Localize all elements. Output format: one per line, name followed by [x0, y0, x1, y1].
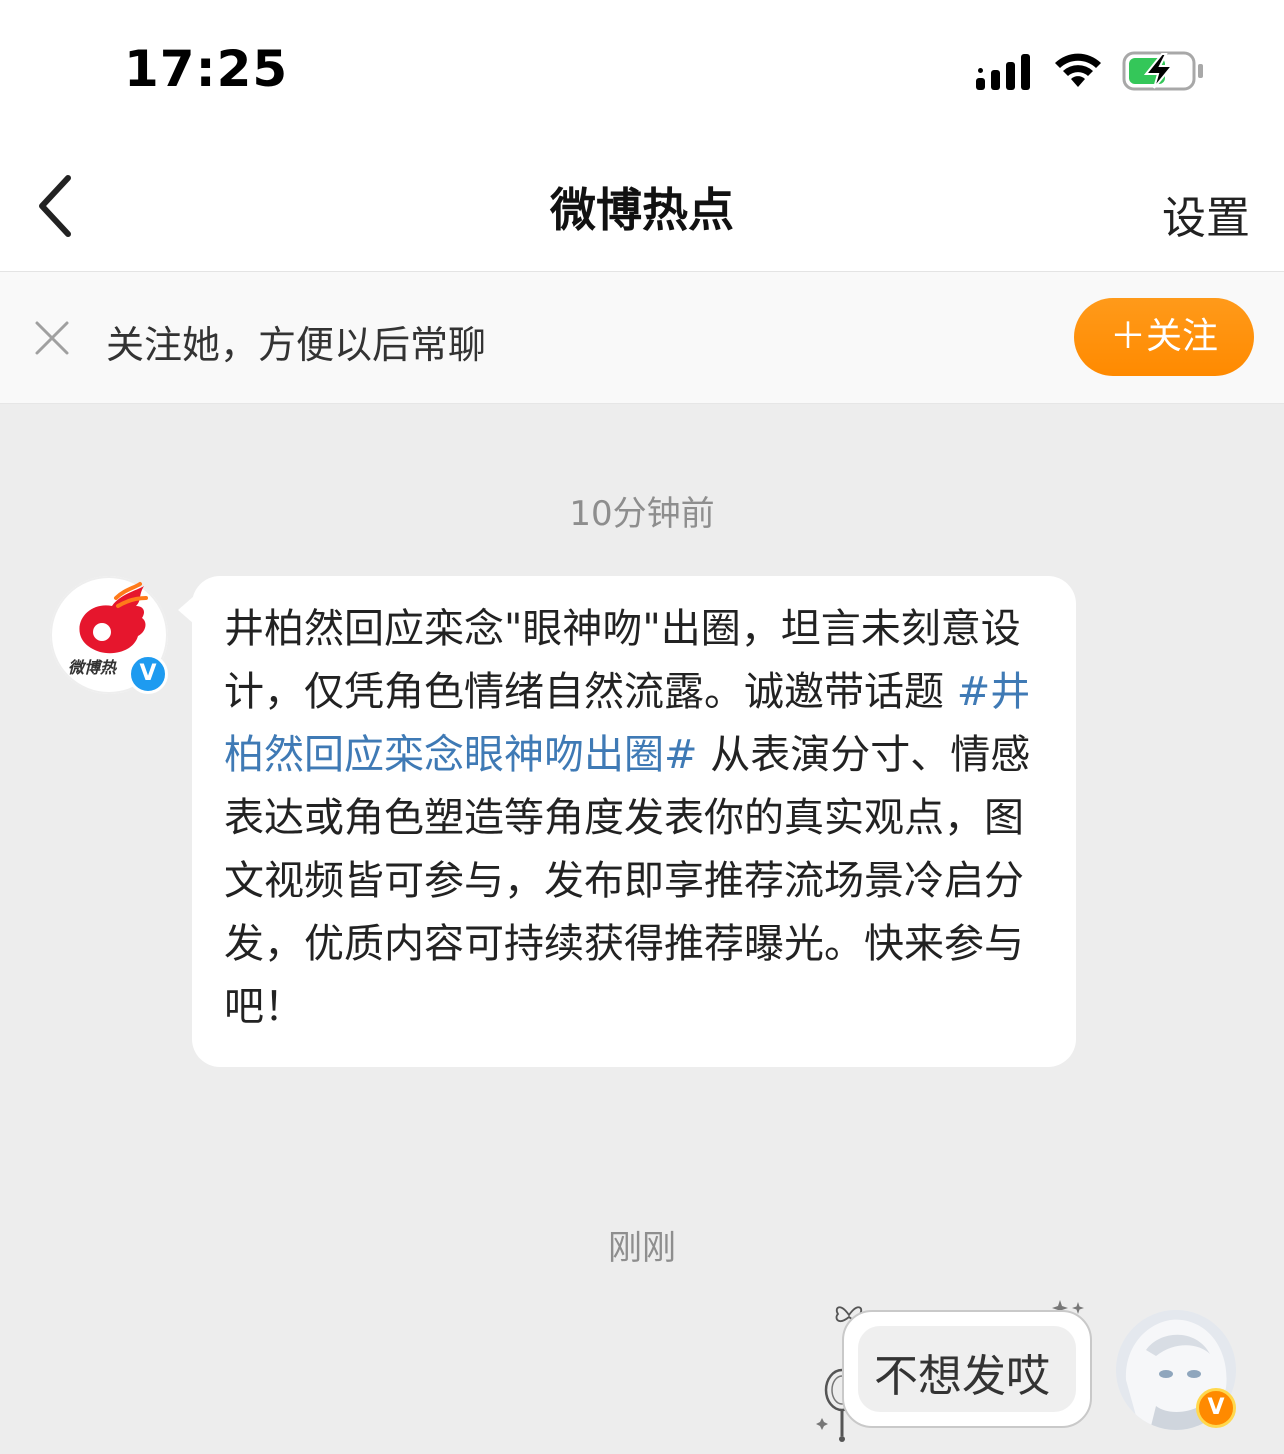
status-time: 17:25 — [124, 40, 289, 98]
close-icon[interactable] — [34, 320, 70, 356]
follow-button[interactable]: ＋关注 — [1074, 298, 1254, 376]
wifi-icon — [1055, 53, 1101, 87]
battery-charging-icon — [1122, 51, 1203, 91]
status-bar: 17:25 — [0, 0, 1284, 140]
message-timestamp: 10分钟前 — [569, 494, 715, 534]
nav-bar: 微博热点 设置 — [0, 140, 1284, 272]
verified-badge-orange: V — [1196, 1388, 1236, 1428]
settings-button[interactable]: 设置 — [1162, 182, 1250, 246]
message-timestamp: 刚刚 — [608, 1228, 676, 1268]
page-title: 微博热点 — [550, 183, 734, 237]
message-bubble[interactable]: 井柏然回应栾念"眼神吻"出圈，坦言未刻意设计，仅凭角色情绪自然流露。诚邀带话题 … — [178, 576, 1076, 1067]
message-text: 不想发哎 — [874, 1351, 1050, 1402]
follow-banner: 关注她，方便以后常聊 ＋关注 — [0, 272, 1284, 404]
cellular-signal-icon — [976, 54, 1030, 90]
verified-badge: V — [128, 654, 168, 694]
follow-hint: 关注她，方便以后常聊 — [106, 323, 487, 367]
message-text: 井柏然回应栾念"眼神吻"出圈，坦言未刻意设计，仅凭角色情绪自然流露。诚邀带话题 — [224, 606, 1021, 715]
my-message-bubble[interactable]: 不想发哎 — [842, 1310, 1092, 1428]
avatar-label: 微博热 — [68, 658, 117, 677]
bubble-tail — [178, 596, 194, 624]
